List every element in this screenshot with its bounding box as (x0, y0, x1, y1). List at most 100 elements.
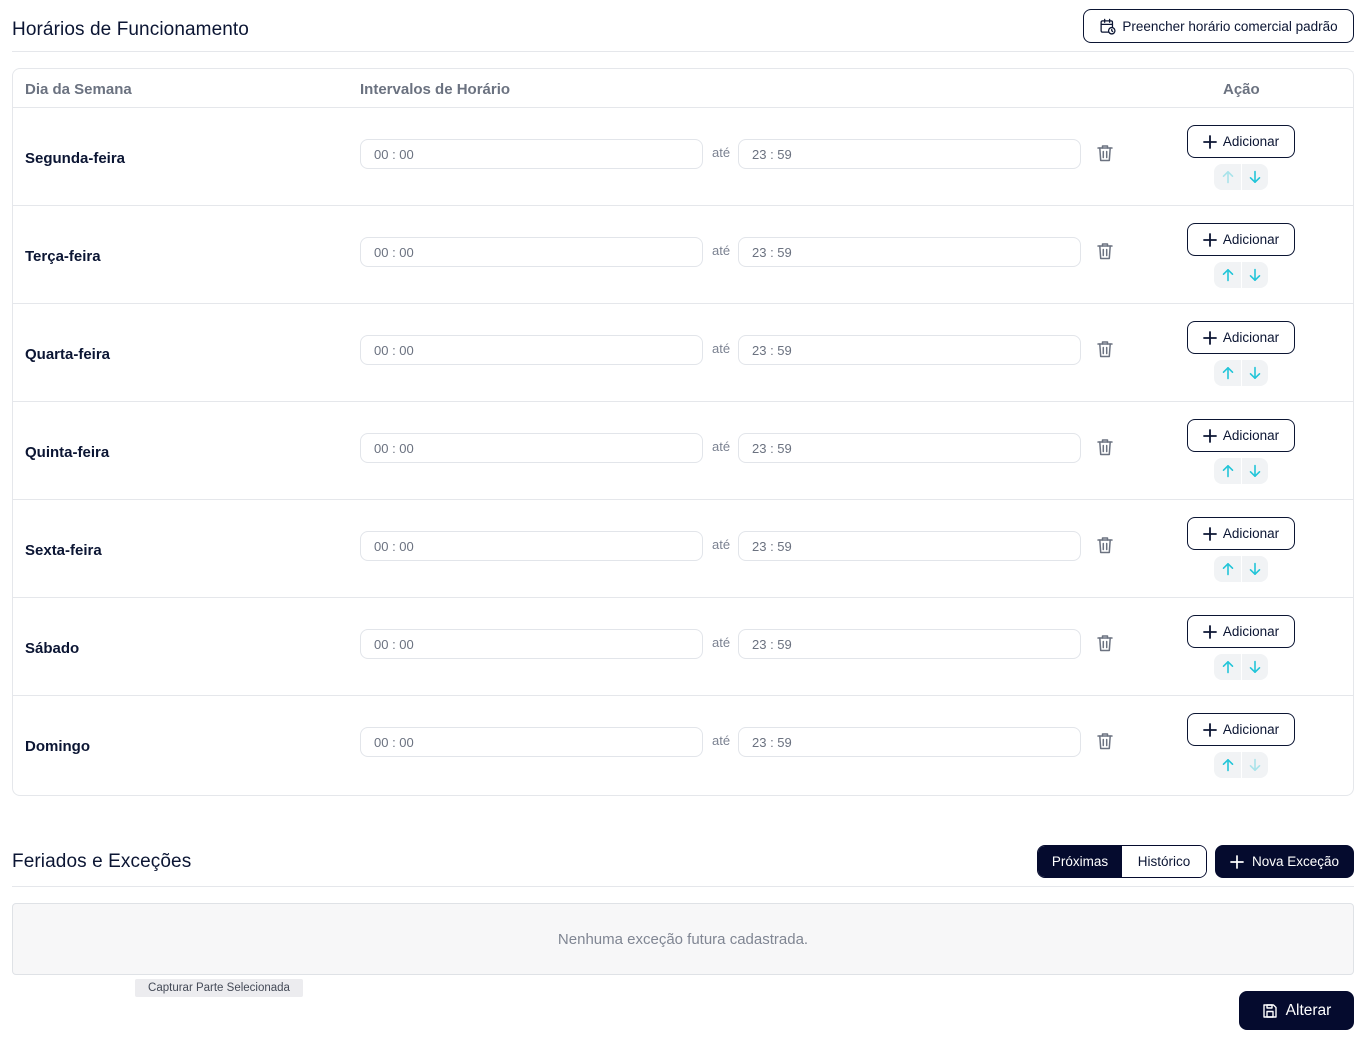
until-label: até (712, 439, 731, 454)
reorder-controls (1214, 164, 1268, 190)
table-row: Domingo 00 : 00 até 23 : 59 Adicionar (13, 696, 1353, 794)
start-time-input[interactable]: 00 : 00 (360, 629, 703, 659)
add-interval-button[interactable]: Adicionar (1187, 223, 1295, 256)
trash-icon[interactable] (1097, 536, 1113, 554)
add-interval-label: Adicionar (1222, 330, 1280, 345)
table-row: Sexta-feira 00 : 00 até 23 : 59 Adiciona… (13, 500, 1353, 598)
plus-icon (1202, 624, 1217, 639)
move-down-button[interactable] (1241, 262, 1268, 288)
plus-icon (1202, 526, 1217, 541)
move-up-button[interactable] (1214, 458, 1241, 484)
exceptions-empty-state: Nenhuma exceção futura cadastrada. (12, 903, 1354, 975)
table-row: Quarta-feira 00 : 00 até 23 : 59 Adicion… (13, 304, 1353, 402)
trash-icon[interactable] (1097, 340, 1113, 358)
add-interval-button[interactable]: Adicionar (1187, 125, 1295, 158)
day-name: Sexta-feira (25, 542, 102, 559)
start-time-input[interactable]: 00 : 00 (360, 139, 703, 169)
reorder-controls (1214, 458, 1268, 484)
trash-icon[interactable] (1097, 634, 1113, 652)
start-time-input[interactable]: 00 : 00 (360, 335, 703, 365)
move-down-button[interactable] (1241, 360, 1268, 386)
arrow-up-icon (1222, 366, 1233, 380)
until-label: até (712, 733, 731, 748)
new-exception-button[interactable]: Nova Exceção (1215, 845, 1354, 878)
end-time-input[interactable]: 23 : 59 (738, 139, 1081, 169)
day-name: Terça-feira (25, 248, 101, 265)
plus-icon (1202, 134, 1217, 149)
start-time-input[interactable]: 00 : 00 (360, 237, 703, 267)
arrow-down-icon (1249, 170, 1261, 183)
day-name: Quarta-feira (25, 346, 111, 363)
start-time-input[interactable]: 00 : 00 (360, 727, 703, 757)
hours-section-header: Horários de Funcionamento Preencher horá… (12, 9, 1354, 52)
day-name: Domingo (25, 738, 90, 755)
move-up-button[interactable] (1214, 262, 1241, 288)
exceptions-section-title: Feriados e Exceções (12, 851, 192, 872)
table-row: Segunda-feira 00 : 00 até 23 : 59 Adicio… (13, 108, 1353, 206)
add-interval-label: Adicionar (1222, 722, 1280, 737)
move-up-button[interactable] (1214, 164, 1241, 190)
end-time-input[interactable]: 23 : 59 (738, 433, 1081, 463)
add-interval-button[interactable]: Adicionar (1187, 517, 1295, 550)
day-name: Quinta-feira (25, 444, 110, 461)
move-up-button[interactable] (1214, 360, 1241, 386)
save-icon (1262, 1003, 1278, 1019)
arrow-down-icon (1249, 660, 1261, 673)
end-time-input[interactable]: 23 : 59 (738, 531, 1081, 561)
start-time-input[interactable]: 00 : 00 (360, 531, 703, 561)
arrow-down-icon (1249, 464, 1261, 477)
move-up-button[interactable] (1214, 556, 1241, 582)
day-name: Sábado (25, 640, 80, 657)
add-interval-label: Adicionar (1222, 134, 1280, 149)
header-action: Ação (1223, 81, 1260, 98)
add-interval-button[interactable]: Adicionar (1187, 419, 1295, 452)
add-interval-label: Adicionar (1222, 232, 1280, 247)
until-label: até (712, 243, 731, 258)
plus-icon (1230, 854, 1244, 869)
header-intervals: Intervalos de Horário (360, 81, 511, 98)
arrow-up-icon (1222, 660, 1233, 674)
trash-icon[interactable] (1097, 438, 1113, 456)
add-interval-button[interactable]: Adicionar (1187, 321, 1295, 354)
reorder-controls (1214, 654, 1268, 680)
reorder-controls (1214, 752, 1268, 778)
table-row: Terça-feira 00 : 00 até 23 : 59 Adiciona… (13, 206, 1353, 304)
hours-section-title: Horários de Funcionamento (12, 19, 249, 40)
tab-history[interactable]: Histórico (1122, 846, 1206, 877)
add-interval-label: Adicionar (1222, 526, 1280, 541)
start-time-input[interactable]: 00 : 00 (360, 433, 703, 463)
empty-message: Nenhuma exceção futura cadastrada. (557, 930, 809, 948)
exceptions-tabs: Próximas Histórico (1037, 845, 1207, 878)
day-name: Segunda-feira (25, 150, 126, 167)
reorder-controls (1214, 556, 1268, 582)
end-time-input[interactable]: 23 : 59 (738, 237, 1081, 267)
move-down-button[interactable] (1241, 458, 1268, 484)
arrow-up-icon (1222, 268, 1233, 282)
table-header: Dia da Semana Intervalos de Horário Ação (13, 69, 1353, 108)
end-time-input[interactable]: 23 : 59 (738, 335, 1081, 365)
end-time-input[interactable]: 23 : 59 (738, 629, 1081, 659)
move-down-button[interactable] (1241, 752, 1268, 778)
add-interval-button[interactable]: Adicionar (1187, 615, 1295, 648)
arrow-up-icon (1222, 562, 1233, 576)
move-up-button[interactable] (1214, 752, 1241, 778)
tab-upcoming[interactable]: Próximas (1038, 846, 1122, 877)
header-day: Dia da Semana (25, 81, 132, 98)
move-down-button[interactable] (1241, 556, 1268, 582)
capture-selection-tag[interactable]: Capturar Parte Selecionada (135, 979, 303, 997)
until-label: até (712, 145, 731, 160)
trash-icon[interactable] (1097, 242, 1113, 260)
move-down-button[interactable] (1241, 164, 1268, 190)
trash-icon[interactable] (1097, 144, 1113, 162)
end-time-input[interactable]: 23 : 59 (738, 727, 1081, 757)
arrow-down-icon (1249, 268, 1261, 281)
move-up-button[interactable] (1214, 654, 1241, 680)
plus-icon (1202, 428, 1217, 443)
save-button[interactable]: Alterar (1239, 991, 1354, 1030)
add-interval-button[interactable]: Adicionar (1187, 713, 1295, 746)
arrow-down-icon (1249, 758, 1261, 771)
fill-default-hours-button[interactable]: Preencher horário comercial padrão (1083, 9, 1354, 43)
move-down-button[interactable] (1241, 654, 1268, 680)
trash-icon[interactable] (1097, 732, 1113, 750)
table-row: Sábado 00 : 00 até 23 : 59 Adicionar (13, 598, 1353, 696)
